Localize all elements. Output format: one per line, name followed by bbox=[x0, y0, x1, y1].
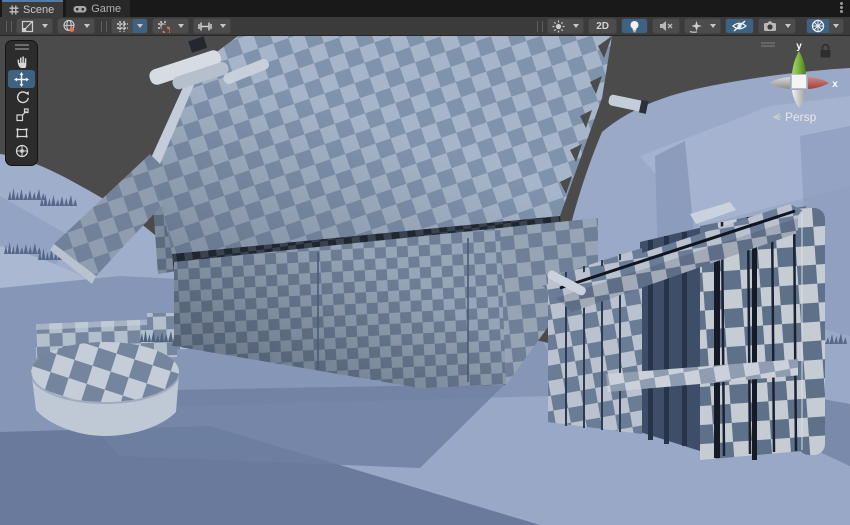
effects-caret[interactable] bbox=[706, 19, 720, 33]
camera-settings-button[interactable] bbox=[758, 18, 796, 34]
tab-bar: Scene Game bbox=[0, 0, 850, 17]
axis-sphere-icon bbox=[807, 19, 829, 33]
camera-icon bbox=[759, 19, 781, 33]
snap-increment-icon bbox=[194, 19, 216, 33]
axis-neg-x-cone[interactable] bbox=[769, 77, 790, 89]
shaded-mode-icon bbox=[17, 19, 38, 33]
gizmo-drag-handle[interactable] bbox=[761, 43, 775, 46]
tab-scene[interactable]: Scene bbox=[2, 0, 63, 17]
snap-settings-button[interactable] bbox=[152, 18, 189, 34]
scale-tool-button[interactable] bbox=[8, 106, 35, 124]
effects-button[interactable] bbox=[684, 18, 721, 34]
projection-switch[interactable]: Persp bbox=[774, 110, 817, 124]
tab-game[interactable]: Game bbox=[66, 0, 130, 17]
scene-effects-caret[interactable] bbox=[569, 19, 583, 33]
scene-lighting-button[interactable] bbox=[621, 18, 648, 34]
stump[interactable] bbox=[31, 342, 179, 436]
axis-y-cone[interactable] bbox=[792, 51, 806, 75]
rect-icon bbox=[15, 126, 29, 140]
scale-icon bbox=[15, 108, 29, 122]
draw-mode-caret[interactable] bbox=[38, 19, 52, 33]
orientation-gizmo: y x Persp bbox=[758, 38, 850, 130]
grid-axis-icon bbox=[112, 19, 133, 33]
scene-viewport[interactable] bbox=[0, 36, 850, 525]
unity-scene-view-window: Scene Game bbox=[0, 0, 850, 525]
toolbar-separator bbox=[101, 21, 107, 32]
increment-snap-caret[interactable] bbox=[216, 19, 230, 33]
tools-drag-handle[interactable] bbox=[15, 44, 29, 50]
kebab-menu-icon[interactable] bbox=[836, 1, 846, 14]
orientation-caret[interactable] bbox=[80, 19, 94, 33]
move-tool-button[interactable] bbox=[8, 70, 35, 88]
rotate-tool-button[interactable] bbox=[8, 88, 35, 106]
2d-mode-button[interactable]: 2D bbox=[588, 18, 617, 34]
rect-tool-button[interactable] bbox=[8, 124, 35, 142]
draw-mode-button[interactable] bbox=[16, 18, 53, 34]
transform-tool-button[interactable] bbox=[8, 142, 35, 160]
rotate-icon bbox=[15, 90, 29, 104]
tab-game-label: Game bbox=[91, 3, 121, 15]
sun-icon bbox=[548, 19, 569, 33]
eye-hidden-icon bbox=[726, 19, 753, 33]
axis-x-label: x bbox=[832, 79, 838, 90]
tab-scene-label: Scene bbox=[23, 4, 54, 16]
2d-mode-label: 2D bbox=[589, 21, 616, 32]
gizmos-button[interactable] bbox=[806, 18, 844, 34]
fx-star-icon bbox=[685, 19, 706, 33]
camera-settings-caret[interactable] bbox=[781, 19, 795, 33]
transform-icon bbox=[15, 144, 29, 158]
increment-snap-button[interactable] bbox=[193, 18, 231, 34]
scene-audio-button[interactable] bbox=[652, 18, 680, 34]
grid-snap-icon bbox=[153, 19, 174, 33]
speaker-muted-icon bbox=[653, 19, 679, 33]
toolbar-drag-handle[interactable] bbox=[6, 21, 12, 32]
grid-icon bbox=[9, 5, 19, 15]
toolbar-right-handle[interactable] bbox=[537, 21, 543, 32]
axis-neg-y-cone[interactable] bbox=[792, 90, 806, 108]
scene-visibility-button[interactable] bbox=[725, 18, 754, 34]
gizmo-center-cube[interactable] bbox=[792, 75, 807, 89]
hand-tool-button[interactable] bbox=[8, 52, 35, 70]
gizmos-caret[interactable] bbox=[829, 19, 843, 33]
hand-icon bbox=[15, 54, 29, 68]
globe-icon bbox=[58, 19, 80, 33]
scene-effects-button[interactable] bbox=[547, 18, 584, 34]
bulb-icon bbox=[622, 19, 647, 33]
snap-settings-caret[interactable] bbox=[174, 19, 188, 33]
axis-y-label: y bbox=[796, 41, 802, 52]
lock-icon[interactable] bbox=[821, 45, 831, 58]
tools-overlay bbox=[5, 40, 38, 166]
orientation-button[interactable] bbox=[57, 18, 95, 34]
scene-toolbar: 2D bbox=[0, 17, 850, 36]
projection-label: Persp bbox=[785, 110, 817, 124]
axis-x-cone[interactable] bbox=[808, 77, 829, 89]
grid-visibility-button[interactable] bbox=[111, 18, 148, 34]
gamepad-icon bbox=[73, 4, 87, 14]
grid-visibility-caret[interactable] bbox=[133, 19, 147, 33]
move-icon bbox=[14, 72, 29, 87]
